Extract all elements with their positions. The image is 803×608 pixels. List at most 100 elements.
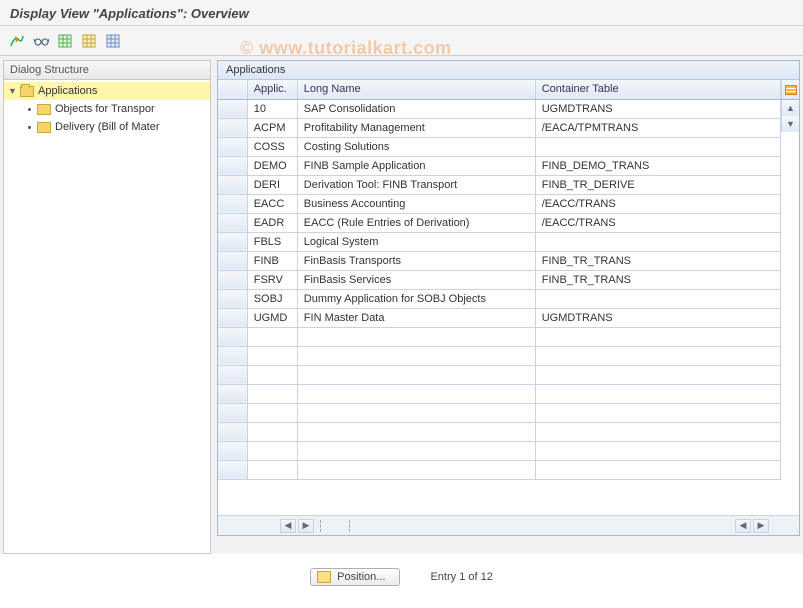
table-row[interactable]: DEMOFINB Sample ApplicationFINB_DEMO_TRA… bbox=[218, 156, 781, 175]
cell-applic[interactable] bbox=[247, 384, 297, 403]
row-selector[interactable] bbox=[218, 156, 247, 175]
cell-long-name[interactable] bbox=[297, 460, 535, 479]
cell-container-table[interactable] bbox=[535, 460, 780, 479]
cell-applic[interactable]: ACPM bbox=[247, 118, 297, 137]
row-selector[interactable] bbox=[218, 270, 247, 289]
cell-applic[interactable]: FSRV bbox=[247, 270, 297, 289]
row-selector[interactable] bbox=[218, 460, 247, 479]
cell-applic[interactable]: EACC bbox=[247, 194, 297, 213]
table-row[interactable]: DERIDerivation Tool: FINB TransportFINB_… bbox=[218, 175, 781, 194]
cell-applic[interactable] bbox=[247, 365, 297, 384]
table-row-empty[interactable] bbox=[218, 460, 781, 479]
cell-long-name[interactable]: EACC (Rule Entries of Derivation) bbox=[297, 213, 535, 232]
spreadsheet-blue-icon[interactable] bbox=[104, 32, 122, 50]
cell-container-table[interactable] bbox=[535, 403, 780, 422]
hscroll-left-button-2[interactable]: ◀ bbox=[735, 519, 751, 533]
cell-container-table[interactable]: FINB_DEMO_TRANS bbox=[535, 156, 780, 175]
table-row[interactable]: 10SAP ConsolidationUGMDTRANS bbox=[218, 99, 781, 118]
spreadsheet-yellow-icon[interactable] bbox=[80, 32, 98, 50]
cell-container-table[interactable]: FINB_TR_TRANS bbox=[535, 270, 780, 289]
cell-container-table[interactable]: /EACC/TRANS bbox=[535, 213, 780, 232]
position-button[interactable]: Position... bbox=[310, 568, 400, 586]
cell-long-name[interactable]: Business Accounting bbox=[297, 194, 535, 213]
cell-long-name[interactable] bbox=[297, 422, 535, 441]
row-selector[interactable] bbox=[218, 213, 247, 232]
cell-container-table[interactable] bbox=[535, 232, 780, 251]
col-header-long-name[interactable]: Long Name bbox=[297, 80, 535, 99]
hscroll-left-button[interactable]: ◀ bbox=[280, 519, 296, 533]
row-selector[interactable] bbox=[218, 365, 247, 384]
cell-container-table[interactable]: /EACA/TPMTRANS bbox=[535, 118, 780, 137]
vertical-scrollbar[interactable]: ▲ ▼ bbox=[781, 100, 799, 132]
row-selector[interactable] bbox=[218, 232, 247, 251]
table-row-empty[interactable] bbox=[218, 346, 781, 365]
cell-container-table[interactable] bbox=[535, 137, 780, 156]
table-row-empty[interactable] bbox=[218, 422, 781, 441]
row-selector[interactable] bbox=[218, 327, 247, 346]
glasses-icon[interactable] bbox=[32, 32, 50, 50]
column-config-button[interactable] bbox=[781, 80, 799, 100]
cell-long-name[interactable]: Profitability Management bbox=[297, 118, 535, 137]
cell-long-name[interactable]: FinBasis Services bbox=[297, 270, 535, 289]
row-selector-header[interactable] bbox=[218, 80, 247, 99]
cell-long-name[interactable] bbox=[297, 346, 535, 365]
cell-applic[interactable] bbox=[247, 422, 297, 441]
cell-container-table[interactable] bbox=[535, 384, 780, 403]
cell-long-name[interactable]: SAP Consolidation bbox=[297, 99, 535, 118]
cell-container-table[interactable]: FINB_TR_TRANS bbox=[535, 251, 780, 270]
cell-long-name[interactable]: Logical System bbox=[297, 232, 535, 251]
row-selector[interactable] bbox=[218, 308, 247, 327]
cell-applic[interactable]: DERI bbox=[247, 175, 297, 194]
cell-container-table[interactable] bbox=[535, 365, 780, 384]
table-row-empty[interactable] bbox=[218, 441, 781, 460]
row-selector[interactable] bbox=[218, 289, 247, 308]
table-row-empty[interactable] bbox=[218, 384, 781, 403]
row-selector[interactable] bbox=[218, 346, 247, 365]
cell-container-table[interactable]: FINB_TR_DERIVE bbox=[535, 175, 780, 194]
toggle-display-icon[interactable] bbox=[8, 32, 26, 50]
column-split-handle[interactable] bbox=[320, 520, 350, 532]
cell-long-name[interactable] bbox=[297, 384, 535, 403]
cell-container-table[interactable]: /EACC/TRANS bbox=[535, 194, 780, 213]
cell-applic[interactable]: EADR bbox=[247, 213, 297, 232]
table-row-empty[interactable] bbox=[218, 327, 781, 346]
table-row[interactable]: EACCBusiness Accounting/EACC/TRANS bbox=[218, 194, 781, 213]
cell-applic[interactable]: UGMD bbox=[247, 308, 297, 327]
cell-long-name[interactable] bbox=[297, 327, 535, 346]
row-selector[interactable] bbox=[218, 441, 247, 460]
cell-applic[interactable] bbox=[247, 403, 297, 422]
cell-applic[interactable]: FBLS bbox=[247, 232, 297, 251]
tree-node-delivery[interactable]: Delivery (Bill of Mater bbox=[4, 118, 210, 136]
cell-long-name[interactable]: FIN Master Data bbox=[297, 308, 535, 327]
table-row[interactable]: ACPMProfitability Management/EACA/TPMTRA… bbox=[218, 118, 781, 137]
cell-container-table[interactable] bbox=[535, 422, 780, 441]
cell-long-name[interactable]: Derivation Tool: FINB Transport bbox=[297, 175, 535, 194]
table-row[interactable]: COSSCosting Solutions bbox=[218, 137, 781, 156]
hscroll-right-button-2[interactable]: ▶ bbox=[753, 519, 769, 533]
cell-applic[interactable] bbox=[247, 327, 297, 346]
table-row[interactable]: FINBFinBasis TransportsFINB_TR_TRANS bbox=[218, 251, 781, 270]
row-selector[interactable] bbox=[218, 175, 247, 194]
col-header-applic[interactable]: Applic. bbox=[247, 80, 297, 99]
cell-container-table[interactable] bbox=[535, 327, 780, 346]
row-selector[interactable] bbox=[218, 194, 247, 213]
row-selector[interactable] bbox=[218, 403, 247, 422]
cell-applic[interactable] bbox=[247, 441, 297, 460]
cell-applic[interactable]: COSS bbox=[247, 137, 297, 156]
cell-container-table[interactable]: UGMDTRANS bbox=[535, 99, 780, 118]
table-row-empty[interactable] bbox=[218, 365, 781, 384]
cell-long-name[interactable]: FINB Sample Application bbox=[297, 156, 535, 175]
cell-container-table[interactable]: UGMDTRANS bbox=[535, 308, 780, 327]
row-selector[interactable] bbox=[218, 99, 247, 118]
row-selector[interactable] bbox=[218, 384, 247, 403]
col-header-container-table[interactable]: Container Table bbox=[535, 80, 780, 99]
cell-applic[interactable]: 10 bbox=[247, 99, 297, 118]
cell-long-name[interactable]: FinBasis Transports bbox=[297, 251, 535, 270]
table-row[interactable]: FSRVFinBasis ServicesFINB_TR_TRANS bbox=[218, 270, 781, 289]
table-row[interactable]: SOBJDummy Application for SOBJ Objects bbox=[218, 289, 781, 308]
scroll-down-button[interactable]: ▼ bbox=[782, 116, 799, 132]
cell-applic[interactable]: SOBJ bbox=[247, 289, 297, 308]
table-row[interactable]: EADREACC (Rule Entries of Derivation)/EA… bbox=[218, 213, 781, 232]
cell-applic[interactable] bbox=[247, 346, 297, 365]
table-row[interactable]: UGMDFIN Master DataUGMDTRANS bbox=[218, 308, 781, 327]
